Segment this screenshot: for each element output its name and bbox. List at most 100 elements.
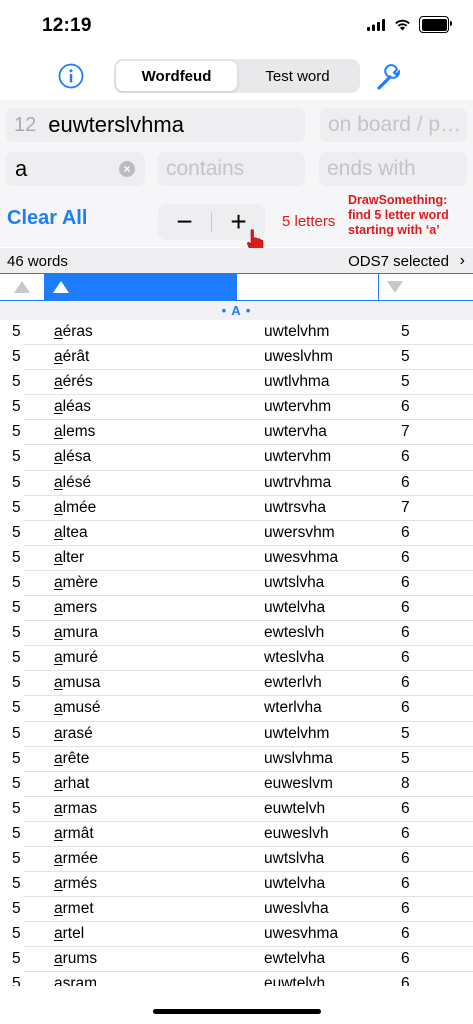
sort-by-word[interactable] — [44, 274, 237, 300]
home-indicator — [153, 1009, 321, 1014]
table-row[interactable]: 5 arête uwslvhma 5 — [0, 747, 473, 772]
row-word: amuré — [54, 649, 98, 667]
row-word-prefix: a — [54, 323, 63, 340]
ends-with-input[interactable]: ends with — [319, 152, 467, 186]
table-row[interactable]: 5 amusé wterlvha 6 — [0, 696, 473, 722]
on-board-input[interactable]: on board / p… — [320, 108, 467, 142]
table-row[interactable]: 5 arhat euweslvm 8 — [0, 772, 473, 797]
row-word: amusa — [54, 674, 101, 692]
table-row[interactable]: 5 artel uwesvhma 6 — [0, 922, 473, 948]
mode-segmented-control: Wordfeud Test word — [114, 59, 360, 93]
table-row[interactable]: 5 altea uwersvhm 6 — [0, 521, 473, 546]
row-score: 6 — [401, 849, 410, 867]
row-score: 6 — [401, 975, 410, 986]
row-word-prefix: a — [54, 975, 63, 986]
table-row[interactable]: 5 armés uwtelvha 6 — [0, 872, 473, 898]
row-word: alésa — [54, 448, 91, 466]
row-word-prefix: a — [54, 925, 63, 943]
row-score: 6 — [401, 573, 410, 591]
row-score: 7 — [401, 498, 410, 516]
sort-arrow-down-icon — [387, 281, 403, 293]
clear-all-button[interactable]: Clear All — [7, 207, 87, 230]
table-row[interactable]: 5 armas euwtelvh 6 — [0, 797, 473, 822]
row-word: arums — [54, 950, 97, 968]
table-row[interactable]: 5 amuré wteslvha 6 — [0, 646, 473, 672]
row-remaining-letters: uwtelvhm — [264, 323, 330, 340]
letters-input[interactable]: 12 euwterslvhma — [6, 108, 305, 142]
sort-by-remaining[interactable] — [237, 274, 379, 300]
row-remaining-letters: uwtslvha — [264, 573, 325, 591]
contains-input[interactable]: contains — [158, 152, 305, 186]
row-word: artel — [54, 925, 84, 943]
sort-by-score[interactable] — [378, 274, 473, 300]
sort-by-length[interactable] — [0, 274, 45, 300]
info-icon[interactable] — [58, 63, 84, 89]
table-row[interactable]: 5 armât euweslvh 6 — [0, 822, 473, 848]
row-word-rest: rmet — [62, 900, 94, 918]
table-row[interactable]: 5 aléas uwtervhm 6 — [0, 395, 473, 421]
table-row[interactable]: 5 amère uwtslvha 6 — [0, 571, 473, 597]
row-word-prefix: a — [54, 624, 63, 642]
row-score: 6 — [401, 799, 410, 817]
row-word-rest: lter — [62, 548, 85, 566]
row-word-rest: rums — [62, 950, 98, 968]
row-word-prefix: a — [54, 448, 63, 466]
table-row[interactable]: 5 aérât uweslvhm 5 — [0, 345, 473, 371]
row-word: amusé — [54, 699, 101, 717]
table-row[interactable]: 5 amura ewteslvh 6 — [0, 621, 473, 647]
row-word: armas — [54, 800, 97, 818]
starts-with-value: a — [15, 156, 28, 181]
row-word-rest: léas — [62, 398, 92, 416]
row-word: armât — [54, 825, 94, 843]
row-length: 5 — [12, 649, 21, 667]
row-word-prefix: a — [54, 573, 63, 591]
row-word: arhat — [54, 775, 89, 793]
row-word-rest: musa — [62, 674, 101, 692]
row-score: 6 — [401, 699, 410, 717]
table-row[interactable]: 5 alter uwesvhma 6 — [0, 546, 473, 572]
decrement-button[interactable]: − — [158, 204, 211, 240]
table-row[interactable]: 5 asram euwtelvh 6 — [0, 972, 473, 986]
row-word-prefix: a — [54, 599, 63, 617]
word-list[interactable]: 5 aéras uwtelvhm 5 5 aérât uweslvhm 5 5 aérés uwtl… — [0, 320, 473, 986]
hint-annotation: DrawSomething: find 5 letter word starti… — [348, 193, 449, 237]
table-row[interactable]: 5 amers uwtelvha 6 — [0, 596, 473, 622]
row-score: 6 — [401, 674, 410, 692]
table-row[interactable]: 5 almée uwtrsvha 7 — [0, 496, 473, 521]
row-word-rest: lésé — [62, 473, 92, 491]
table-row[interactable]: 5 alems uwtervha 7 — [0, 420, 473, 446]
row-score: 6 — [401, 473, 410, 491]
table-row[interactable]: 5 aérés uwtlvhma 5 — [0, 370, 473, 396]
table-row[interactable]: 5 armée uwtslvha 6 — [0, 847, 473, 873]
row-word: almée — [54, 499, 96, 517]
table-row[interactable]: 5 aéras uwtelvhm 5 — [0, 320, 473, 346]
table-row[interactable]: 5 arums ewtelvha 6 — [0, 947, 473, 973]
table-row[interactable]: 5 arasé uwtelvhm 5 — [0, 722, 473, 747]
row-score: 6 — [401, 649, 410, 667]
clear-icon[interactable]: × — [119, 161, 135, 177]
row-word-prefix: a — [54, 523, 63, 541]
tab-wordfeud[interactable]: Wordfeud — [116, 61, 237, 91]
table-row[interactable]: 5 alésé uwtrvhma 6 — [0, 471, 473, 496]
row-length: 5 — [12, 699, 21, 717]
status-time: 12:19 — [42, 15, 92, 36]
row-score: 6 — [401, 448, 410, 466]
starts-with-input[interactable]: a × — [6, 152, 145, 186]
wrench-icon[interactable] — [375, 62, 405, 92]
row-word-rest: rmés — [62, 875, 98, 893]
results-bar: 46 words ODS7 selected › — [0, 248, 473, 273]
row-word-prefix: a — [54, 849, 63, 867]
row-length: 5 — [12, 674, 21, 692]
table-row[interactable]: 5 amusa ewterlvh 6 — [0, 671, 473, 697]
row-word-prefix: a — [54, 699, 63, 717]
chevron-right-icon[interactable]: › — [460, 252, 465, 270]
dictionary-selector[interactable]: ODS7 selected — [348, 253, 449, 270]
table-row[interactable]: 5 armet uweslvha 6 — [0, 897, 473, 923]
table-row[interactable]: 5 alésa uwtervhm 6 — [0, 445, 473, 471]
row-word: armée — [54, 850, 98, 868]
row-length: 5 — [12, 950, 21, 968]
letter-count: 12 — [14, 113, 37, 136]
row-length: 5 — [12, 599, 21, 617]
tab-test-word[interactable]: Test word — [237, 61, 358, 91]
row-length: 5 — [12, 900, 21, 918]
